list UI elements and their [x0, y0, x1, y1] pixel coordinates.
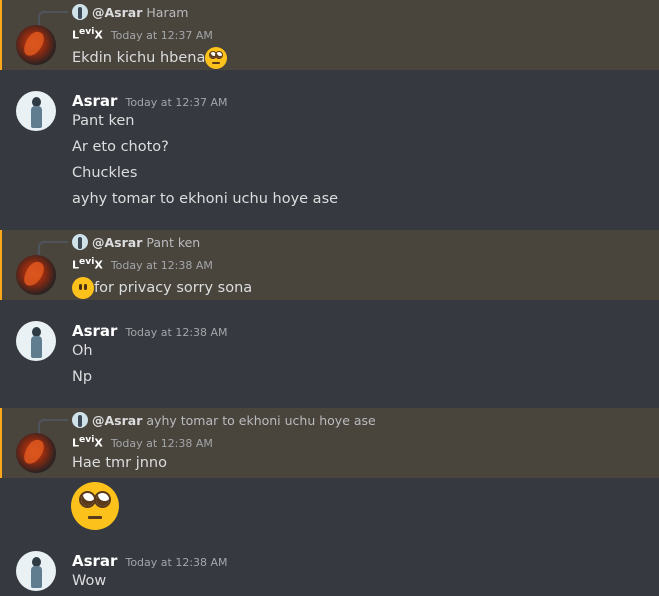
message-header: Asrar Today at 12:37 AM: [72, 92, 228, 110]
message-text: Chuckles: [72, 165, 138, 181]
message-asrar-1[interactable]: Asrar Today at 12:37 AM Pant ken Ar eto …: [0, 70, 659, 230]
message-text: Ar eto choto?: [72, 139, 169, 155]
reply-preview[interactable]: @Asrar Haram: [72, 4, 188, 20]
username[interactable]: LeviX: [72, 256, 103, 272]
message-asrar-3[interactable]: Asrar Today at 12:38 AM Wow: [0, 530, 659, 596]
message-jumbo-emoji: [71, 482, 119, 530]
reply-text: Haram: [146, 4, 189, 20]
timestamp: Today at 12:38 AM: [110, 258, 213, 272]
avatar[interactable]: [16, 25, 56, 65]
timestamp: Today at 12:37 AM: [125, 96, 228, 109]
avatar[interactable]: [16, 551, 56, 591]
reply-text: Pant ken: [146, 234, 201, 250]
reply-preview[interactable]: @Asrar Pant ken: [72, 234, 200, 250]
message-text: Ekdin kichu hbena: [72, 47, 228, 69]
timestamp: Today at 12:38 AM: [110, 436, 213, 450]
reply-avatar: [72, 4, 88, 20]
message-header: LeviX Today at 12:37 AM: [72, 26, 213, 42]
message-levi-3[interactable]: @Asrar ayhy tomar to ekhoni uchu hoye as…: [0, 408, 659, 478]
reply-avatar: [72, 412, 88, 428]
avatar[interactable]: [16, 255, 56, 295]
message-asrar-2[interactable]: Asrar Today at 12:38 AM Oh Np: [0, 300, 659, 408]
message-levi-3-continued[interactable]: [0, 478, 659, 530]
reply-avatar: [72, 234, 88, 250]
timestamp: Today at 12:37 AM: [110, 28, 213, 42]
message-text: Hae tmr jnno: [72, 455, 167, 471]
message-text: for privacy sorry sona: [72, 277, 252, 299]
message-levi-2[interactable]: @Asrar Pant ken LeviX Today at 12:38 AM …: [0, 230, 659, 300]
message-text: Pant ken: [72, 113, 135, 129]
message-header: LeviX Today at 12:38 AM: [72, 256, 213, 272]
message-text: Wow: [72, 573, 107, 589]
reply-author[interactable]: @Asrar: [92, 235, 142, 250]
message-text: Oh: [72, 343, 93, 359]
face-with-rolling-eyes-icon: [71, 482, 119, 530]
message-header: Asrar Today at 12:38 AM: [72, 552, 228, 570]
message-text: Np: [72, 369, 93, 385]
message-header: Asrar Today at 12:38 AM: [72, 322, 228, 340]
timestamp: Today at 12:38 AM: [125, 326, 228, 339]
message-text: ayhy tomar to ekhoni uchu hoye ase: [72, 191, 339, 207]
reply-connector: [38, 11, 68, 26]
reply-preview[interactable]: @Asrar ayhy tomar to ekhoni uchu hoye as…: [72, 412, 376, 428]
avatar[interactable]: [16, 321, 56, 361]
username[interactable]: LeviX: [72, 26, 103, 42]
username[interactable]: Asrar: [72, 92, 117, 110]
timestamp: Today at 12:38 AM: [125, 556, 228, 569]
face-without-mouth-icon: [72, 277, 94, 299]
username[interactable]: Asrar: [72, 552, 117, 570]
avatar[interactable]: [16, 91, 56, 131]
face-with-rolling-eyes-icon: [205, 47, 228, 69]
username[interactable]: LeviX: [72, 434, 103, 450]
avatar[interactable]: [16, 433, 56, 473]
reply-connector: [38, 419, 68, 434]
reply-text: ayhy tomar to ekhoni uchu hoye ase: [146, 412, 376, 428]
reply-author[interactable]: @Asrar: [92, 5, 142, 20]
message-levi-1[interactable]: @Asrar Haram LeviX Today at 12:37 AM Ekd…: [0, 0, 659, 70]
reply-connector: [38, 241, 68, 256]
message-header: LeviX Today at 12:38 AM: [72, 434, 213, 450]
reply-author[interactable]: @Asrar: [92, 413, 142, 428]
username[interactable]: Asrar: [72, 322, 117, 340]
